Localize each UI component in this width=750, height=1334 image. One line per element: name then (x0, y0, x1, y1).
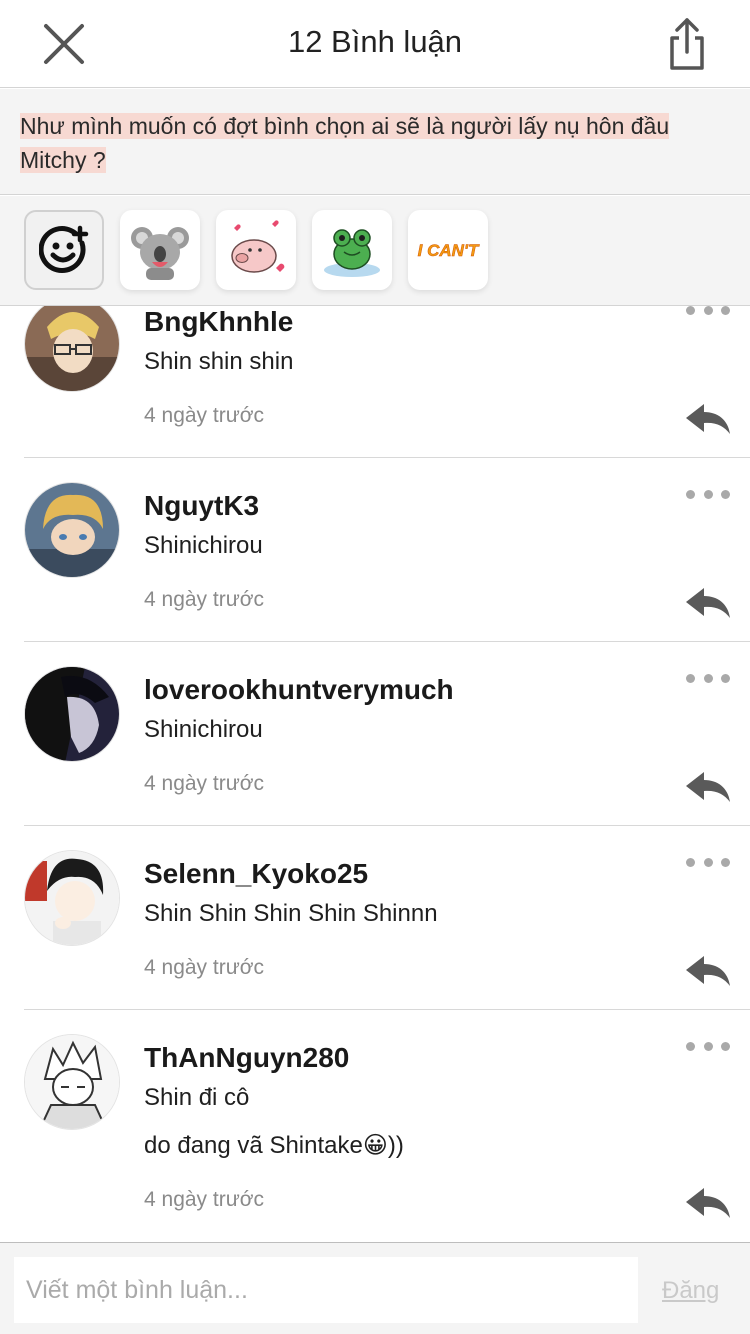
post-button[interactable]: Đăng (662, 1277, 719, 1305)
more-options-button[interactable] (686, 854, 730, 870)
frog-icon (324, 229, 380, 277)
avatar-image (25, 483, 119, 577)
comment-timestamp: 4 ngày trước (144, 772, 265, 795)
reply-icon (686, 956, 730, 986)
comment-item: BngKhnhle Shin shin shin 4 ngày trước (24, 306, 750, 458)
comment-username[interactable]: Selenn_Kyoko25 (144, 858, 368, 890)
comment-username[interactable]: BngKhnhle (144, 306, 293, 338)
comment-username[interactable]: ThAnNguyn280 (144, 1042, 349, 1074)
more-options-button[interactable] (686, 486, 730, 502)
avatar[interactable] (24, 666, 120, 762)
pig-hearts-sticker[interactable] (216, 210, 296, 290)
more-options-button[interactable] (686, 1038, 730, 1054)
i-cant-icon: I CAN'T (417, 241, 480, 261)
reply-icon (686, 1188, 730, 1218)
reply-icon (686, 404, 730, 434)
share-button[interactable] (660, 16, 714, 72)
avatar[interactable] (24, 306, 120, 392)
reply-button[interactable] (684, 954, 732, 988)
avatar[interactable] (24, 1034, 120, 1130)
svg-text:I CAN'T: I CAN'T (418, 241, 480, 260)
add-emoji-button[interactable] (24, 210, 104, 290)
avatar-image (25, 667, 119, 761)
share-icon (670, 18, 704, 70)
comment-item: Selenn_Kyoko25 Shin Shin Shin Shin Shinn… (24, 826, 750, 1010)
comment-composer: Đăng (0, 1242, 750, 1334)
comment-timestamp: 4 ngày trước (144, 956, 265, 979)
add-emoji-icon (39, 225, 89, 273)
avatar[interactable] (24, 482, 120, 578)
koala-icon (131, 227, 189, 280)
comment-timestamp: 4 ngày trước (144, 1188, 265, 1211)
reply-button[interactable] (684, 1186, 732, 1220)
avatar-image (25, 1035, 119, 1129)
comment-text: Shinichirou (144, 716, 263, 743)
comment-text: Shin shin shin (144, 348, 294, 375)
avatar[interactable] (24, 850, 120, 946)
reply-button[interactable] (684, 402, 732, 436)
comment-username[interactable]: NguytK3 (144, 490, 259, 522)
pig-hearts-icon (231, 220, 285, 273)
comment-timestamp: 4 ngày trước (144, 404, 265, 427)
comment-item: NguytK3 Shinichirou 4 ngày trước (24, 458, 750, 642)
comment-text: Shin Shin Shin Shin Shinnn (144, 900, 438, 927)
post-excerpt: Như mình muốn có đợt bình chọn ai sẽ là … (0, 89, 750, 195)
comment-timestamp: 4 ngày trước (144, 588, 265, 611)
post-excerpt-text: Như mình muốn có đợt bình chọn ai sẽ là … (20, 113, 670, 173)
i-cant-sticker[interactable]: I CAN'T (408, 210, 488, 290)
comment-username[interactable]: loverookhuntverymuch (144, 674, 454, 706)
comment-list: BngKhnhle Shin shin shin 4 ngày trước Ng… (0, 306, 750, 1242)
reply-button[interactable] (684, 770, 732, 804)
sticker-bar: I CAN'T (0, 196, 750, 306)
more-options-button[interactable] (686, 670, 730, 686)
comment-text-line-2: do đang vã Shintake😀)) (144, 1132, 404, 1159)
comment-item: loverookhuntverymuch Shinichirou 4 ngày … (24, 642, 750, 826)
reply-icon (686, 588, 730, 618)
reply-button[interactable] (684, 586, 732, 620)
page-title: 12 Bình luận (287, 24, 463, 59)
comment-item: ThAnNguyn280 Shin đi cô do đang vã Shint… (24, 1010, 750, 1242)
more-options-button[interactable] (686, 306, 730, 318)
frog-sticker[interactable] (312, 210, 392, 290)
koala-sticker[interactable] (120, 210, 200, 290)
avatar-image (25, 306, 119, 391)
comment-text: Shin đi cô (144, 1084, 250, 1111)
comment-input[interactable] (14, 1257, 638, 1323)
reply-icon (686, 772, 730, 802)
header-bar: 12 Bình luận (0, 0, 750, 88)
avatar-image (25, 851, 119, 945)
comment-text: Shinichirou (144, 532, 263, 559)
